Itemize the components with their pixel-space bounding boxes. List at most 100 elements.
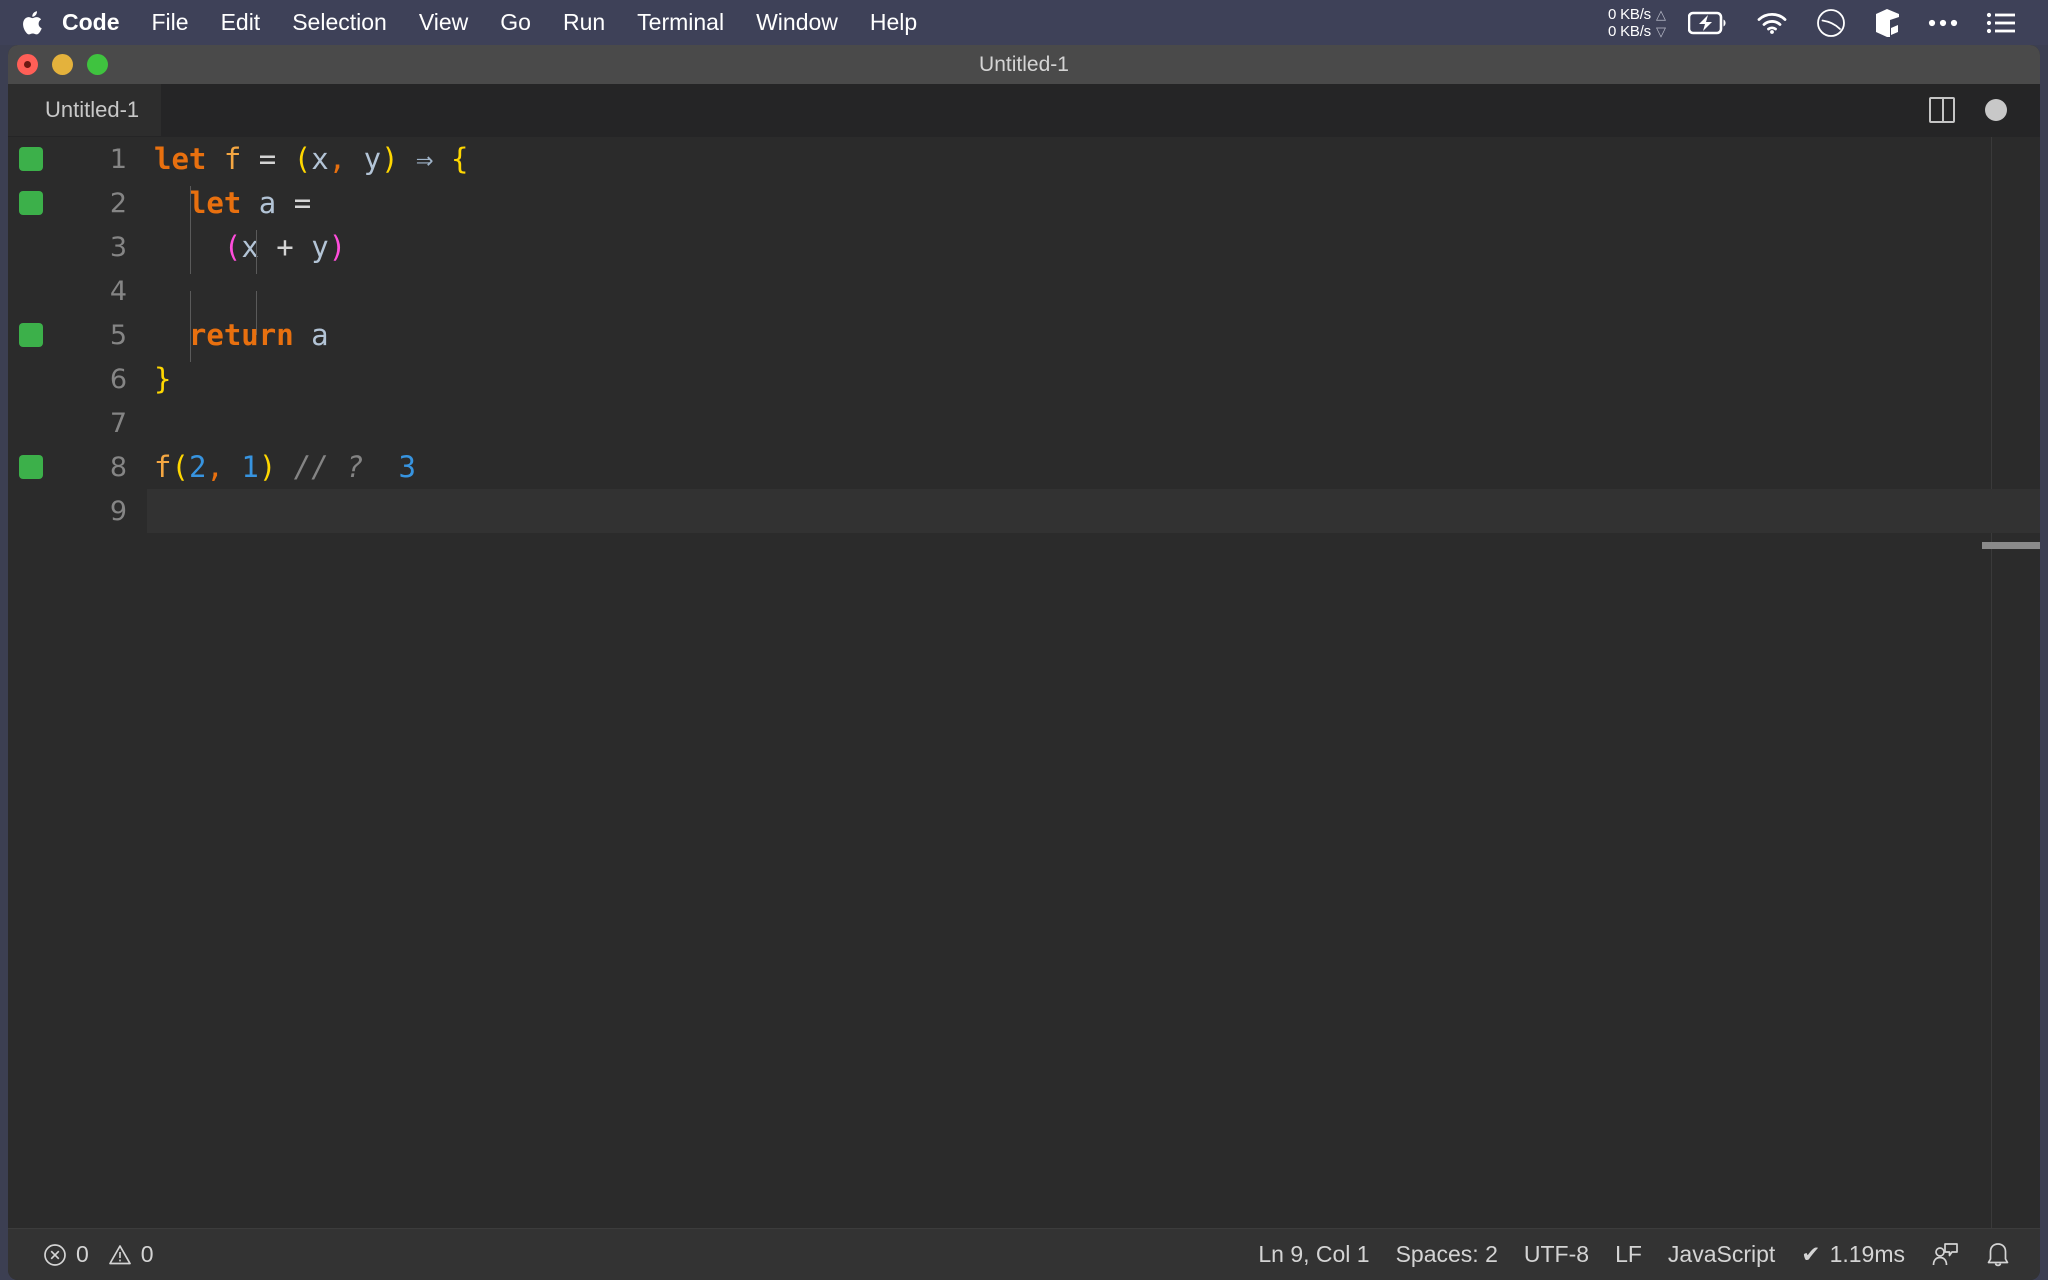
code-token: return — [188, 318, 294, 352]
indent-guide — [190, 230, 191, 274]
menu-go[interactable]: Go — [484, 0, 547, 45]
unsaved-changes-dot[interactable] — [1985, 99, 2007, 121]
close-button[interactable] — [17, 54, 38, 75]
code-line[interactable]: 3 (x + y) — [8, 225, 2040, 274]
menu-view[interactable]: View — [403, 0, 484, 45]
menu-help[interactable]: Help — [854, 0, 933, 45]
do-not-disturb-icon[interactable] — [1802, 0, 1860, 45]
menu-window[interactable]: Window — [740, 0, 854, 45]
code-token: } — [154, 362, 172, 396]
timing-value: 1.19ms — [1829, 1241, 1905, 1267]
run-marker-icon[interactable] — [19, 147, 43, 171]
code-line[interactable]: 5 return a — [8, 313, 2040, 362]
warning-triangle-icon — [108, 1243, 132, 1267]
error-circle-icon — [43, 1243, 67, 1267]
code-token: f — [154, 450, 172, 484]
wifi-icon[interactable] — [1742, 0, 1802, 45]
gutter-marker-cell[interactable] — [8, 191, 54, 215]
feedback-person-icon[interactable] — [1918, 1229, 1972, 1280]
split-editor-icon[interactable] — [1929, 97, 1955, 123]
run-marker-icon[interactable] — [19, 455, 43, 479]
code-line[interactable]: 4 — [8, 269, 2040, 335]
line-number: 4 — [109, 275, 127, 307]
ellipsis-icon[interactable] — [1914, 0, 1972, 45]
tab-untitled-1[interactable]: Untitled-1 — [8, 84, 162, 136]
editor-actions — [1929, 84, 2040, 136]
code-token: + — [276, 230, 294, 264]
cursor-position[interactable]: Ln 9, Col 1 — [1245, 1229, 1382, 1280]
gutter-marker-cell[interactable] — [8, 323, 54, 347]
code-lines[interactable]: 1 let f = (x, y) ⇒ {2 let a = 3 (x + y) 4 5 … — [8, 137, 2040, 533]
code-line[interactable]: 7 — [8, 401, 2040, 445]
maximize-button[interactable] — [87, 54, 108, 75]
gutter-marker-cell[interactable] — [8, 147, 54, 171]
list-menu-icon[interactable] — [1972, 0, 2030, 45]
line-content[interactable]: return a — [146, 318, 2040, 362]
error-count: 0 — [76, 1241, 89, 1267]
upload-arrow-icon: △ — [1656, 6, 1666, 22]
code-token: f — [223, 142, 242, 176]
code-token: a — [258, 186, 277, 220]
indent-guide — [190, 186, 191, 230]
line-number: 9 — [109, 495, 127, 527]
notifications-bell-icon[interactable] — [1972, 1229, 2024, 1280]
menu-selection[interactable]: Selection — [276, 0, 403, 45]
code-line[interactable]: 6} — [8, 357, 2040, 401]
line-content[interactable]: (x + y) — [146, 230, 2040, 274]
code-token: ( — [171, 450, 189, 484]
apple-logo-icon[interactable] — [0, 0, 46, 45]
run-marker-icon[interactable] — [19, 323, 43, 347]
code-line[interactable]: 8 f(2, 1) // ? 3 — [8, 445, 2040, 489]
indentation-setting[interactable]: Spaces: 2 — [1383, 1229, 1511, 1280]
network-upload-speed: 0 KB/s — [1608, 5, 1651, 23]
run-marker-icon[interactable] — [19, 191, 43, 215]
network-speed-indicator[interactable]: 0 KB/s 0 KB/s △ ▽ — [1594, 6, 1674, 40]
minimize-button[interactable] — [52, 54, 73, 75]
code-token: ) — [381, 142, 399, 176]
menu-terminal[interactable]: Terminal — [621, 0, 740, 45]
battery-charging-icon[interactable] — [1674, 0, 1742, 45]
code-token: a — [311, 318, 329, 352]
menu-edit[interactable]: Edit — [205, 0, 277, 45]
end-of-line-sequence[interactable]: LF — [1602, 1229, 1655, 1280]
code-line[interactable]: 9 — [8, 489, 2040, 533]
language-mode[interactable]: JavaScript — [1655, 1229, 1788, 1280]
cube-icon[interactable] — [1860, 0, 1914, 45]
gutter-marker-cell[interactable] — [8, 455, 54, 479]
code-token: 2 — [188, 450, 207, 484]
network-download-speed: 0 KB/s — [1608, 22, 1651, 40]
menu-run[interactable]: Run — [547, 0, 621, 45]
indent-guide — [190, 318, 191, 362]
code-line[interactable]: 1 let f = (x, y) ⇒ { — [8, 137, 2040, 181]
execution-timing[interactable]: ✔ 1.19ms — [1788, 1229, 1918, 1280]
problems-status[interactable]: 0 0 — [30, 1229, 167, 1280]
code-token: , — [206, 450, 224, 484]
file-encoding[interactable]: UTF-8 — [1511, 1229, 1602, 1280]
code-line[interactable]: 2 let a = — [8, 181, 2040, 230]
code-token: y — [311, 230, 329, 264]
macos-menubar: Code File Edit Selection View Go Run Ter… — [0, 0, 2048, 45]
code-editor[interactable]: 1 let f = (x, y) ⇒ {2 let a = 3 (x + y) 4 5 … — [8, 137, 2040, 1228]
menu-code[interactable]: Code — [46, 0, 136, 45]
line-content[interactable]: let a = — [146, 186, 2040, 230]
line-number: 2 — [109, 187, 127, 219]
editor-scrollbar-thumb[interactable] — [1982, 542, 2040, 549]
code-token: ( — [293, 142, 312, 176]
line-content[interactable]: let f = (x, y) ⇒ { — [146, 142, 2040, 176]
code-token: ) — [328, 230, 347, 264]
line-number: 7 — [109, 407, 127, 439]
line-content[interactable]: } — [146, 362, 2040, 396]
line-content[interactable]: f(2, 1) // ? 3 — [146, 450, 2040, 484]
window-title: Untitled-1 — [979, 53, 1069, 76]
menu-file[interactable]: File — [136, 0, 205, 45]
code-token: y — [363, 142, 382, 176]
